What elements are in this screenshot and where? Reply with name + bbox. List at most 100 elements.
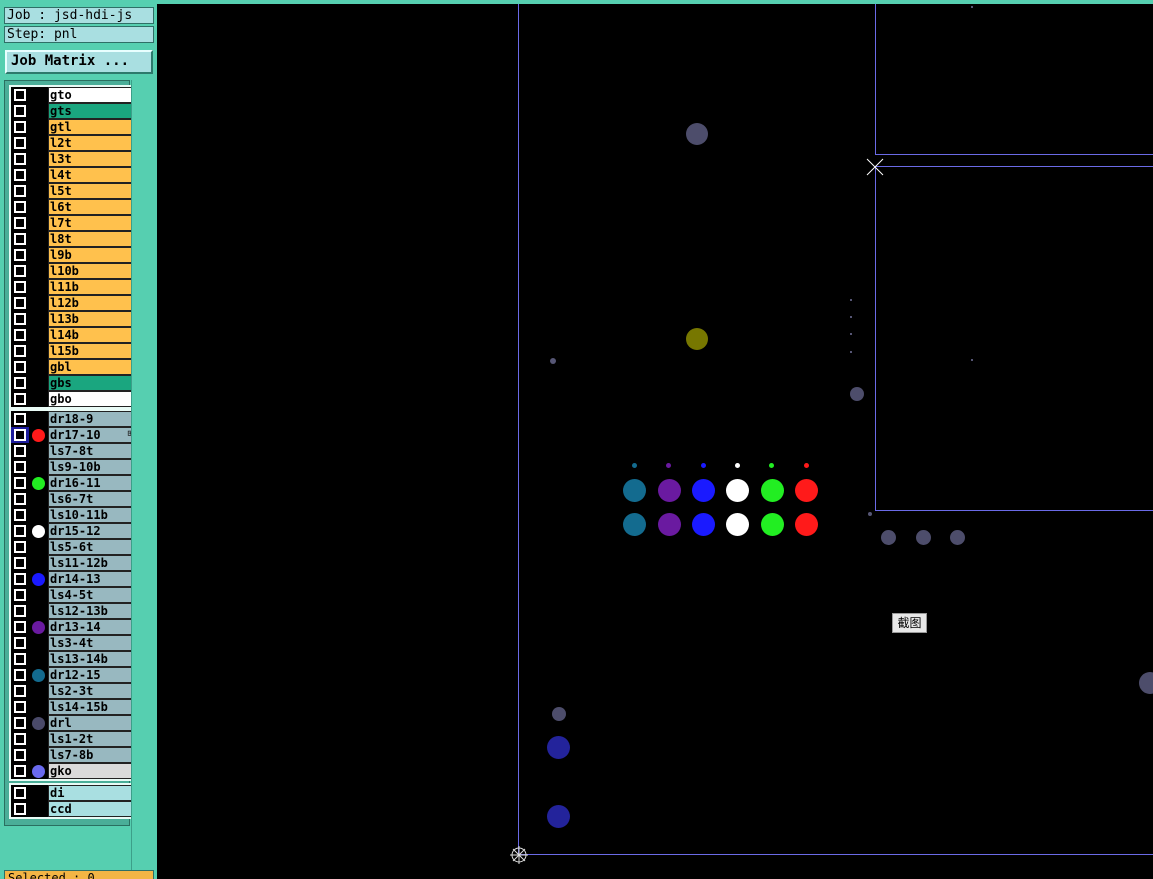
drill-pad[interactable] xyxy=(950,530,965,545)
layer-color-cell[interactable] xyxy=(29,411,47,427)
layer-name[interactable]: l8t xyxy=(48,231,134,247)
layer-checkbox[interactable] xyxy=(11,459,29,475)
layer-color-cell[interactable] xyxy=(29,279,47,295)
layer-color-cell[interactable] xyxy=(29,699,47,715)
layer-checkbox[interactable] xyxy=(11,375,29,391)
drill-pad[interactable] xyxy=(623,479,646,502)
layer-row[interactable]: drl xyxy=(11,715,134,731)
layer-checkbox[interactable] xyxy=(11,263,29,279)
layer-name[interactable]: drl xyxy=(48,715,134,731)
layer-color-cell[interactable] xyxy=(29,715,47,731)
layer-checkbox[interactable] xyxy=(11,801,29,817)
layer-name[interactable]: ls11-12b xyxy=(48,555,134,571)
layer-color-cell[interactable] xyxy=(29,247,47,263)
layer-checkbox[interactable] xyxy=(11,507,29,523)
layer-row[interactable]: dr12-15 xyxy=(11,667,134,683)
layer-row[interactable]: dr14-13 xyxy=(11,571,134,587)
layer-checkbox[interactable] xyxy=(11,183,29,199)
layer-name[interactable]: gtl xyxy=(48,119,134,135)
layer-name[interactable]: l5t xyxy=(48,183,134,199)
layer-color-cell[interactable] xyxy=(29,587,47,603)
drill-pad[interactable] xyxy=(761,479,784,502)
layer-color-cell[interactable] xyxy=(29,167,47,183)
layer-checkbox[interactable] xyxy=(11,619,29,635)
layer-name[interactable]: l10b xyxy=(48,263,134,279)
layer-name[interactable]: gbl xyxy=(48,359,134,375)
layer-color-cell[interactable] xyxy=(29,103,47,119)
layer-color-cell[interactable] xyxy=(29,231,47,247)
layer-row[interactable]: ls11-12b xyxy=(11,555,134,571)
layer-name[interactable]: ls13-14b xyxy=(48,651,134,667)
layer-row[interactable]: dr16-11 xyxy=(11,475,134,491)
layer-color-cell[interactable] xyxy=(29,151,47,167)
layer-name[interactable]: gts xyxy=(48,103,134,119)
layer-color-cell[interactable] xyxy=(29,683,47,699)
layer-checkbox[interactable] xyxy=(11,295,29,311)
layer-row[interactable]: l13b xyxy=(11,311,134,327)
layer-row[interactable]: gtl xyxy=(11,119,134,135)
layer-row[interactable]: l3t xyxy=(11,151,134,167)
layer-row[interactable]: l7t xyxy=(11,215,134,231)
layer-checkbox[interactable] xyxy=(11,443,29,459)
layer-name[interactable]: ls7-8b xyxy=(48,747,134,763)
layer-checkbox[interactable] xyxy=(11,247,29,263)
layer-checkbox[interactable] xyxy=(11,491,29,507)
layer-row[interactable]: dr15-12 xyxy=(11,523,134,539)
layer-name[interactable]: dr16-11 xyxy=(48,475,134,491)
layer-row[interactable]: ls4-5t xyxy=(11,587,134,603)
drill-pad[interactable] xyxy=(550,358,556,364)
drill-pad[interactable] xyxy=(881,530,896,545)
layer-checkbox[interactable] xyxy=(11,327,29,343)
layer-row[interactable]: l9b xyxy=(11,247,134,263)
layer-color-cell[interactable] xyxy=(29,635,47,651)
layer-row[interactable]: l8t xyxy=(11,231,134,247)
layer-name[interactable]: l11b xyxy=(48,279,134,295)
layer-checkbox[interactable] xyxy=(11,135,29,151)
layer-name[interactable]: gto xyxy=(48,87,134,103)
layer-color-cell[interactable] xyxy=(29,359,47,375)
layer-name[interactable]: gko xyxy=(48,763,134,779)
layer-checkbox[interactable] xyxy=(11,427,29,443)
layer-name[interactable]: ls10-11b xyxy=(48,507,134,523)
layer-name[interactable]: l3t xyxy=(48,151,134,167)
layer-checkbox[interactable] xyxy=(11,523,29,539)
layer-checkbox[interactable] xyxy=(11,103,29,119)
layer-row[interactable]: ls10-11b xyxy=(11,507,134,523)
layer-row[interactable]: gbo xyxy=(11,391,134,407)
layer-row[interactable]: ls1-2t xyxy=(11,731,134,747)
drill-pad[interactable] xyxy=(1139,672,1153,694)
layer-checkbox[interactable] xyxy=(11,215,29,231)
layer-name[interactable]: l2t xyxy=(48,135,134,151)
layer-color-cell[interactable] xyxy=(29,135,47,151)
layer-name[interactable]: ls9-10b xyxy=(48,459,134,475)
layer-color-cell[interactable] xyxy=(29,427,47,443)
layer-row[interactable]: dr13-14 xyxy=(11,619,134,635)
layer-row[interactable]: gto xyxy=(11,87,134,103)
drill-pad[interactable] xyxy=(547,736,570,759)
layer-checkbox[interactable] xyxy=(11,785,29,801)
layer-color-cell[interactable] xyxy=(29,507,47,523)
layer-color-cell[interactable] xyxy=(29,747,47,763)
drill-pad[interactable] xyxy=(623,513,646,536)
layer-name[interactable]: ls7-8t xyxy=(48,443,134,459)
layer-name[interactable]: l4t xyxy=(48,167,134,183)
drill-pad[interactable] xyxy=(658,513,681,536)
drill-pad[interactable] xyxy=(686,123,708,145)
drill-pad[interactable] xyxy=(726,479,749,502)
layer-checkbox[interactable] xyxy=(11,411,29,427)
sidebar-scrollbar[interactable] xyxy=(131,80,156,870)
layer-row[interactable]: gbl xyxy=(11,359,134,375)
layer-row[interactable]: ls9-10b xyxy=(11,459,134,475)
layer-row[interactable]: l6t xyxy=(11,199,134,215)
drill-pad[interactable] xyxy=(916,530,931,545)
layer-color-cell[interactable] xyxy=(29,539,47,555)
layer-color-cell[interactable] xyxy=(29,391,47,407)
drill-pad[interactable] xyxy=(868,512,872,516)
layer-name[interactable]: ls5-6t xyxy=(48,539,134,555)
layer-row[interactable]: ls7-8b xyxy=(11,747,134,763)
layer-checkbox[interactable] xyxy=(11,763,29,779)
layer-name[interactable]: ccd xyxy=(48,801,134,817)
layer-name[interactable]: dr13-14 xyxy=(48,619,134,635)
layer-name[interactable]: ls1-2t xyxy=(48,731,134,747)
layer-checkbox[interactable] xyxy=(11,87,29,103)
